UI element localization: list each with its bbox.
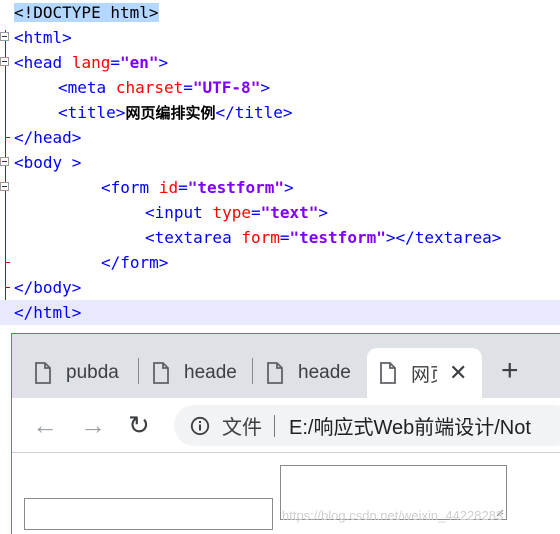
type-value: "text" bbox=[260, 203, 319, 222]
tab-active-webpage[interactable]: 网页 ✕ bbox=[367, 348, 482, 398]
fold-end-form bbox=[5, 262, 10, 263]
forward-arrow-icon[interactable]: → bbox=[80, 410, 106, 440]
code-line-1: <!DOCTYPE html> bbox=[14, 0, 159, 25]
watermark-text: https://blog.csdn.net/weixin_44228283 bbox=[282, 508, 504, 523]
reload-icon[interactable]: ↻ bbox=[128, 410, 150, 440]
code-line-6: </head> bbox=[14, 125, 81, 150]
back-arrow-icon[interactable]: ← bbox=[32, 410, 58, 440]
tab-label: heade bbox=[298, 362, 351, 383]
browser-toolbar: ← → ↻ 文件 E:/响应式Web前端设计/Not bbox=[12, 398, 560, 452]
tag-close: > bbox=[284, 178, 294, 197]
code-line-4: <meta charset="UTF-8"> bbox=[58, 78, 270, 97]
code-line-5: <title>网页编排实例</title> bbox=[58, 100, 293, 125]
content-divider bbox=[12, 452, 560, 453]
tab-separator bbox=[252, 358, 253, 384]
fold-toggle-head[interactable] bbox=[0, 57, 9, 66]
tag-close: > bbox=[158, 53, 169, 72]
title-open-tag: <title> bbox=[58, 103, 126, 122]
fold-end-head bbox=[5, 137, 10, 138]
code-line-2: <html> bbox=[14, 25, 72, 50]
tab-label: pubda bbox=[66, 362, 119, 383]
tab-strip: pubda heade heade 网页 ✕ + bbox=[12, 334, 560, 398]
form-value: "testform" bbox=[289, 228, 386, 247]
new-tab-button[interactable]: + bbox=[501, 354, 519, 388]
type-attribute: type bbox=[212, 203, 251, 222]
tag-close: > bbox=[260, 78, 270, 97]
input-tag: <input bbox=[145, 203, 203, 222]
code-line-10: <textarea form="testform"></textarea> bbox=[145, 228, 502, 247]
info-icon[interactable] bbox=[190, 416, 210, 436]
textarea-end-tag: ></textarea> bbox=[385, 228, 502, 247]
document-icon bbox=[267, 362, 283, 384]
code-editor[interactable]: <!DOCTYPE html> <html> <head lang="en"> … bbox=[0, 0, 560, 325]
address-url[interactable]: E:/响应式Web前端设计/Not bbox=[289, 411, 531, 440]
tab-heade-2[interactable]: heade bbox=[266, 348, 366, 398]
form-attribute: form bbox=[241, 228, 280, 247]
code-line-8: <form id="testform"> bbox=[101, 178, 294, 197]
doctype-text: <!DOCTYPE html> bbox=[14, 3, 159, 22]
document-icon bbox=[35, 362, 51, 384]
head-open-tag: <head bbox=[14, 53, 63, 72]
tag-close: > bbox=[318, 203, 329, 222]
tab-label: 网页 bbox=[411, 364, 437, 386]
fold-toggle-form[interactable] bbox=[0, 182, 9, 191]
body-close-tag: </body> bbox=[14, 278, 82, 297]
fold-end-body bbox=[5, 287, 10, 288]
code-line-13-current: </html> bbox=[0, 300, 560, 325]
form-tag: <form bbox=[101, 178, 150, 197]
textarea-tag: <textarea bbox=[145, 228, 232, 247]
html-close-tag: </html> bbox=[14, 303, 82, 322]
charset-value: "UTF-8" bbox=[192, 78, 261, 97]
tab-label: heade bbox=[184, 362, 237, 383]
address-separator bbox=[274, 414, 275, 437]
title-text: 网页编排实例 bbox=[125, 104, 216, 122]
close-icon[interactable]: ✕ bbox=[449, 360, 467, 386]
code-line-11: </form> bbox=[101, 250, 168, 275]
lang-attribute: lang bbox=[71, 53, 111, 72]
meta-tag: <meta bbox=[58, 78, 107, 97]
tab-separator bbox=[138, 358, 139, 384]
address-bar[interactable]: 文件 E:/响应式Web前端设计/Not bbox=[174, 405, 560, 446]
charset-attribute: charset bbox=[115, 78, 184, 97]
rendered-text-input[interactable] bbox=[24, 498, 273, 530]
fold-toggle-body[interactable] bbox=[0, 157, 9, 166]
fold-guide-line bbox=[5, 30, 6, 312]
tab-heade-1[interactable]: heade bbox=[152, 348, 252, 398]
code-line-9: <input type="text"> bbox=[145, 203, 329, 222]
address-scheme-label: 文件 bbox=[222, 417, 262, 439]
body-open-tag: <body > bbox=[14, 153, 82, 172]
code-line-7: <body > bbox=[14, 150, 81, 175]
html-open-tag: <html> bbox=[14, 28, 72, 47]
lang-value: "en" bbox=[119, 53, 159, 72]
fold-toggle-html[interactable] bbox=[0, 32, 9, 41]
id-value: "testform" bbox=[187, 178, 285, 197]
code-line-3: <head lang="en"> bbox=[14, 53, 169, 72]
browser-window: pubda heade heade 网页 ✕ + ← → ↻ 文件 E:/响应式… bbox=[11, 333, 560, 534]
form-close-tag: </form> bbox=[101, 253, 169, 272]
document-icon bbox=[153, 362, 169, 384]
id-attribute: id bbox=[158, 178, 179, 197]
document-icon bbox=[380, 362, 396, 384]
title-close-tag: </title> bbox=[215, 103, 293, 122]
tab-pubda[interactable]: pubda bbox=[34, 348, 138, 398]
code-line-12: </body> bbox=[14, 275, 81, 300]
head-close-tag: </head> bbox=[14, 128, 82, 147]
